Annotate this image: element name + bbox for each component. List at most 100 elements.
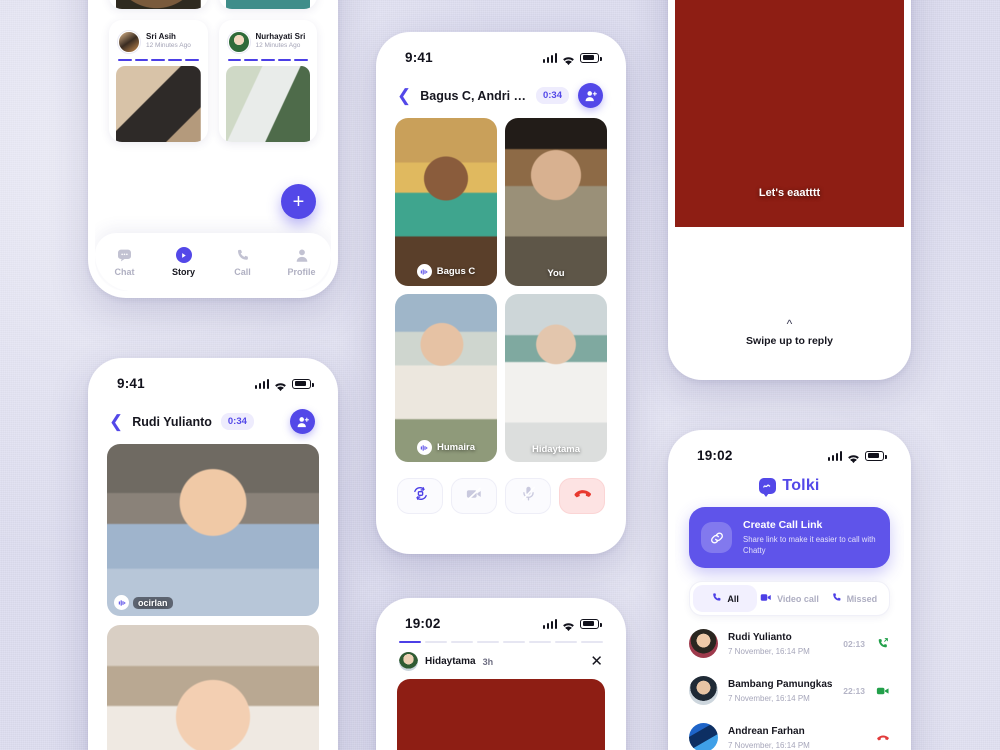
- story-thumbnail: [225, 0, 310, 9]
- tab-label: Call: [234, 267, 251, 277]
- story-progress-bar: [383, 633, 619, 644]
- signal-icon: [542, 52, 557, 63]
- story-viewer-food-screen[interactable]: Let's eaatttt ^ Swipe up to reply: [675, 0, 904, 373]
- story-age: 3h: [482, 656, 494, 667]
- story-viewer-screen: 19:02 Hidaytama 3h ✕: [383, 605, 619, 750]
- call-header: ❮ Bagus C, Andri S, .... 0:34: [383, 67, 619, 118]
- mic-off-button[interactable]: [505, 478, 551, 514]
- story-grid-screen: Bambang Pamu.. 12 Minutes Ago Hidaytama …: [95, 0, 331, 291]
- participant-tile[interactable]: Hidaytama: [505, 294, 607, 462]
- table-row[interactable]: Andrean Farhan 7 November, 16:14 PM: [675, 714, 904, 750]
- call-filter-tabs: All Video call Missed: [689, 581, 890, 617]
- story-card-header: Nurhayati Sri 12 Minutes Ago: [226, 27, 311, 59]
- avatar: [118, 30, 140, 53]
- switch-camera-button[interactable]: [397, 478, 443, 514]
- story-progress: [226, 58, 311, 66]
- wifi-icon: [562, 619, 575, 631]
- battery-icon: [580, 618, 602, 629]
- story-card[interactable]: Bambang Pamu.. 12 Minutes Ago: [109, 0, 208, 9]
- battery-icon: [580, 52, 602, 63]
- video-tile-label: ocirlan: [114, 595, 173, 610]
- phone-outgoing-icon: [875, 637, 890, 650]
- phone-call-list: 19:02 Tolki Create Call Link Share link …: [668, 430, 911, 750]
- caller-name: Andrean Farhan: [728, 725, 805, 737]
- mic-active-icon: [416, 440, 432, 455]
- table-row[interactable]: Bambang Pamungkas 7 November, 16:14 PM 2…: [675, 667, 904, 714]
- bottom-navigation: Chat Story Call Profile: [95, 233, 331, 291]
- filter-label: Missed: [846, 593, 878, 604]
- participant-tile[interactable]: Bagus C: [395, 118, 497, 286]
- status-icons: [254, 378, 314, 391]
- story-card[interactable]: Hidaytama I 12 Minutes Ago: [218, 0, 317, 9]
- phone-story-viewer-food: Let's eaatttt ^ Swipe up to reply: [668, 0, 911, 380]
- camera-off-button[interactable]: [451, 478, 497, 514]
- filter-video-call[interactable]: Video call: [757, 585, 821, 612]
- wifi-icon: [847, 451, 860, 463]
- story-author: Nurhayati Sri: [255, 32, 306, 42]
- link-icon: [701, 522, 732, 554]
- video-feed: [395, 118, 497, 286]
- swipe-up-area[interactable]: ^ Swipe up to reply: [675, 318, 904, 347]
- filter-missed[interactable]: Missed: [822, 585, 886, 612]
- status-time: 19:02: [405, 616, 441, 631]
- end-call-icon: [573, 484, 592, 508]
- filter-all[interactable]: All: [693, 585, 758, 613]
- end-call-button[interactable]: [559, 478, 605, 514]
- story-card[interactable]: Sri Asih 12 Minutes Ago: [109, 19, 208, 142]
- cta-title: Create Call Link: [743, 519, 823, 531]
- story-author: Sri Asih: [146, 32, 176, 42]
- phone-missed-icon: [875, 731, 890, 745]
- participant-tile[interactable]: Humaira: [395, 294, 497, 462]
- status-bar: 19:02: [675, 437, 904, 465]
- tab-story[interactable]: Story: [154, 247, 213, 277]
- participant-tile[interactable]: You: [505, 118, 607, 286]
- battery-icon: [292, 378, 314, 389]
- video-feed: [505, 294, 607, 462]
- tab-chat[interactable]: Chat: [95, 247, 154, 277]
- story-viewer-header: Hidaytama 3h ✕: [383, 643, 619, 679]
- tab-call[interactable]: Call: [213, 247, 272, 277]
- filter-label: All: [727, 593, 739, 604]
- wifi-icon: [562, 53, 575, 65]
- status-bar: 9:41: [383, 39, 619, 67]
- video-tile[interactable]: ocirlan: [107, 444, 319, 616]
- add-person-icon[interactable]: [578, 83, 603, 108]
- story-thumbnail: [225, 65, 310, 142]
- avatar: [689, 629, 718, 659]
- create-call-link-banner[interactable]: Create Call Link Share link to make it e…: [689, 507, 890, 569]
- participant-name: Bagus C: [436, 266, 476, 277]
- group-call-title: Bagus C, Andri S, ....: [420, 88, 527, 103]
- video-feed: [505, 118, 607, 286]
- add-story-button[interactable]: +: [281, 184, 316, 219]
- wifi-icon: [274, 379, 287, 391]
- participant-grid: Bagus C You Humaira Hidaytama: [383, 118, 619, 462]
- mic-off-icon: [520, 485, 537, 507]
- tab-label: Story: [171, 267, 195, 277]
- person-icon: [295, 247, 309, 263]
- close-icon[interactable]: ✕: [590, 654, 603, 669]
- video-tile[interactable]: [107, 625, 319, 750]
- chat-icon: [117, 247, 132, 263]
- tolki-logo-icon: [759, 478, 777, 497]
- story-media[interactable]: [397, 679, 605, 750]
- phone-one-to-one-call: 9:41 ❮ Rudi Yulianto 0:34 ocirlan: [88, 358, 338, 750]
- video-feed: [395, 294, 497, 462]
- tab-profile[interactable]: Profile: [272, 247, 331, 277]
- call-duration: 22:13: [843, 685, 865, 696]
- avatar: [689, 723, 718, 750]
- mic-active-icon: [416, 264, 432, 279]
- avatar[interactable]: [399, 652, 418, 672]
- camera-off-icon: [465, 485, 483, 508]
- story-list[interactable]: Bambang Pamu.. 12 Minutes Ago Hidaytama …: [95, 0, 331, 142]
- plus-icon: +: [292, 190, 305, 213]
- back-icon[interactable]: ❮: [397, 87, 411, 104]
- status-bar: 9:41: [95, 365, 331, 393]
- story-card-header: Sri Asih 12 Minutes Ago: [116, 27, 201, 59]
- story-card[interactable]: Nurhayati Sri 12 Minutes Ago: [218, 19, 317, 142]
- back-icon[interactable]: ❮: [109, 413, 123, 430]
- phone-group-call: 9:41 ❮ Bagus C, Andri S, .... 0:34: [376, 32, 626, 554]
- call-header: ❮ Rudi Yulianto 0:34: [95, 393, 331, 444]
- add-person-icon[interactable]: [290, 409, 315, 434]
- call-contact-name: Rudi Yulianto: [132, 414, 212, 429]
- table-row[interactable]: Rudi Yulianto 7 November, 16:14 PM 02:13: [675, 620, 904, 667]
